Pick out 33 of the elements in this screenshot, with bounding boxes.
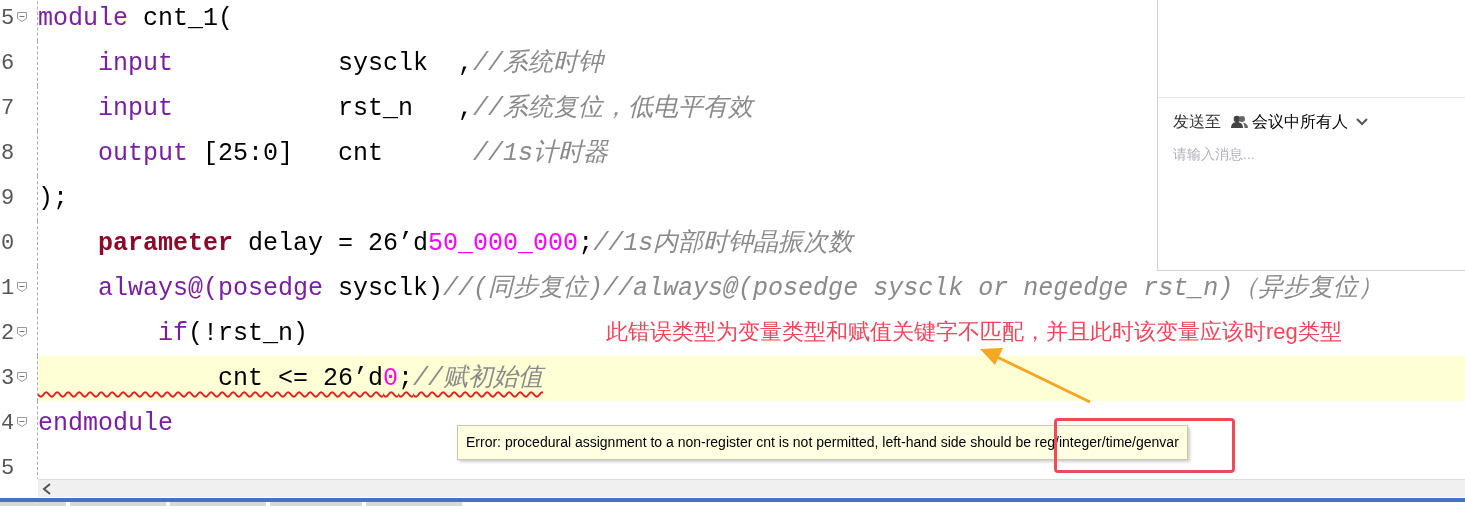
fold-icon[interactable] [16,326,28,338]
send-to-label: 发送至 [1173,112,1221,132]
code-line: parameter delay = 26’d50_000_000;//1s内部时钟晶振次数 [97,231,854,256]
code-line: always@(posedge sysclk)//(同步复位)//always@(posedge sysclk or negedge rst_n)（异步复位） [97,276,1384,301]
fold-icon[interactable] [16,371,28,383]
code-line: output [25:0] cnt //1s计时器 [97,141,609,166]
line-number: 3 [1,367,15,390]
line-number: 5 [1,7,15,30]
code-line: input sysclk ,//系统时钟 [97,51,604,76]
code-line: module cnt_1( [38,6,234,31]
people-icon [1231,115,1248,129]
fold-icon[interactable] [16,11,28,23]
line-number: 6 [1,52,15,75]
line-number: 0 [1,232,15,255]
code-line: endmodule [38,411,174,436]
line-number: 9 [1,187,15,210]
line-number: 2 [1,322,15,345]
annotation-text: 此错误类型为变量类型和赋值关键字不匹配，并且此时该变量应该时reg类型 [606,318,1342,346]
code-line: input rst_n ,//系统复位，低电平有效 [97,96,754,121]
code-line: if(!rst_n) [157,321,309,346]
line-number: 1 [1,277,15,300]
recipient-dropdown[interactable]: 会议中所有人 [1231,110,1368,134]
line-number: 4 [1,412,15,435]
line-number: 7 [1,97,15,120]
message-input[interactable]: 请输入消息... [1173,144,1450,165]
chevron-down-icon [1356,118,1368,126]
code-line: cnt <= 26’d0;//赋初始值 [217,366,544,391]
code-line: ); [38,186,68,211]
fold-icon[interactable] [16,281,28,293]
fold-icon[interactable] [16,416,28,428]
scroll-left-icon[interactable] [42,482,52,495]
line-number: 8 [1,142,15,165]
line-number: 5 [1,457,15,479]
